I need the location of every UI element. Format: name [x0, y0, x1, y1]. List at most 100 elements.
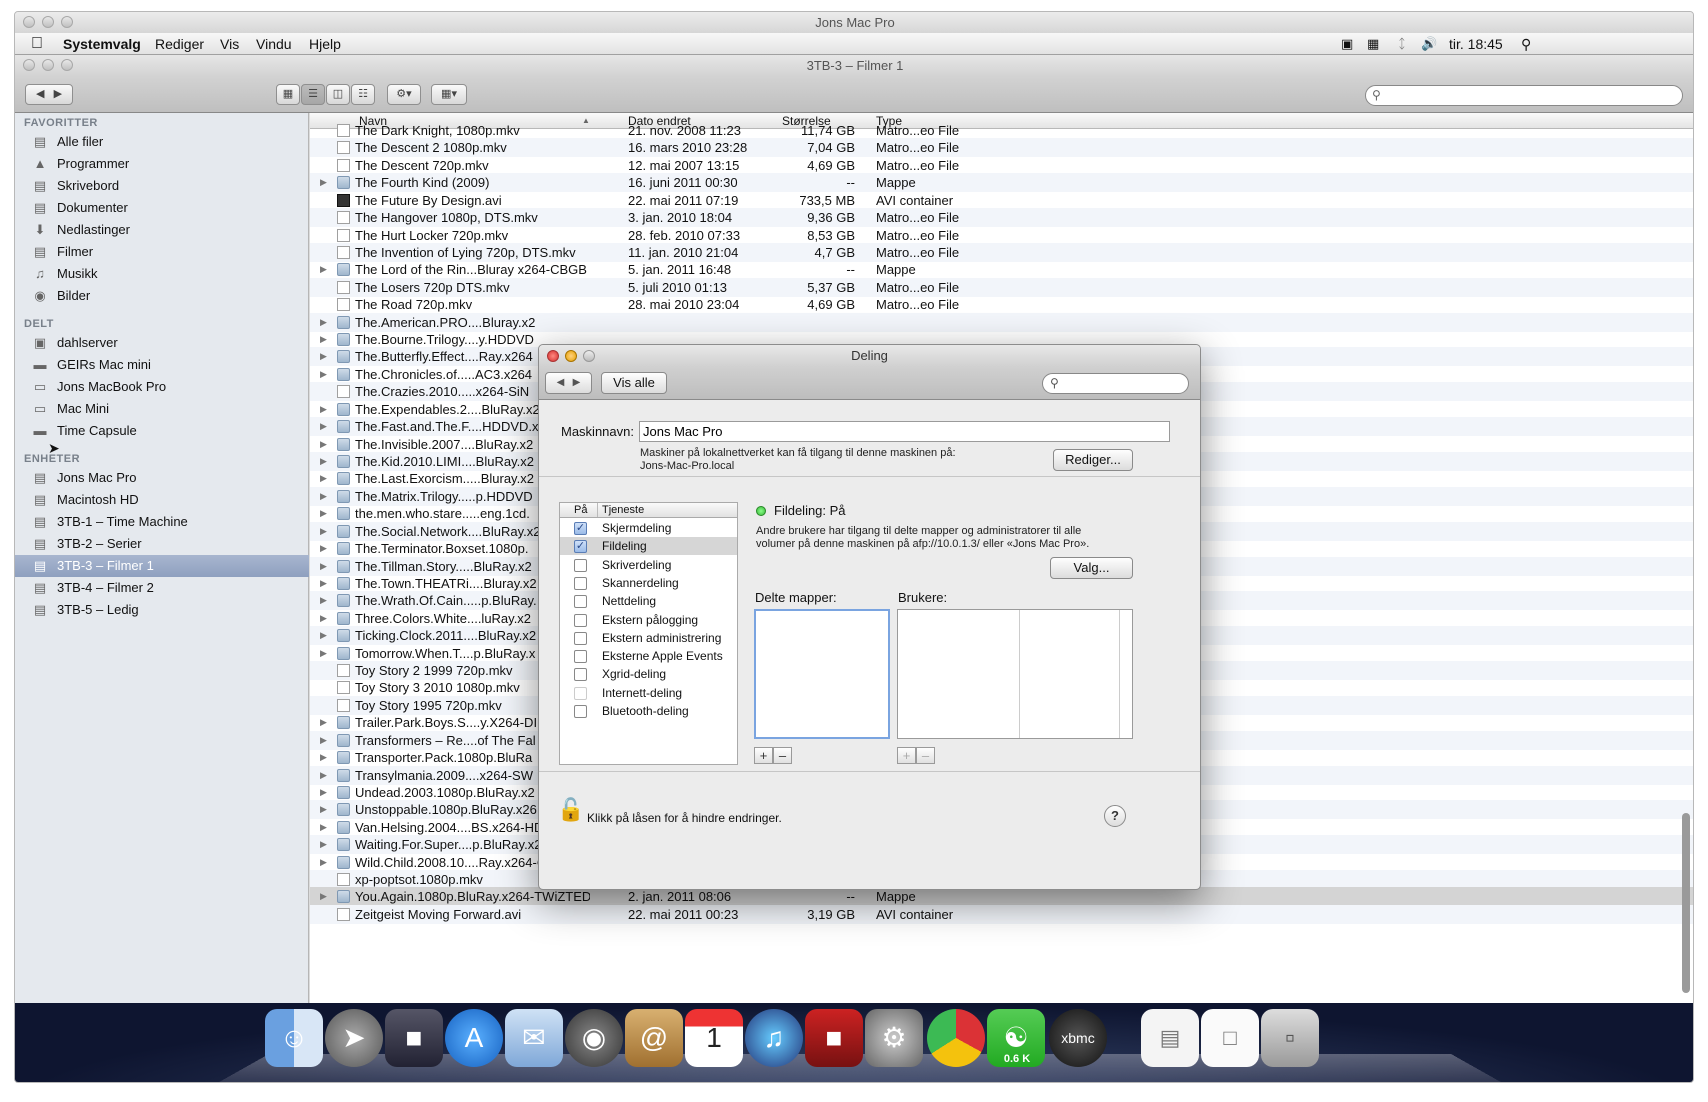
disclosure-triangle-icon[interactable]: ▶	[320, 609, 327, 628]
disclosure-triangle-icon[interactable]: ▶	[320, 713, 327, 732]
column-on[interactable]: På	[574, 504, 587, 516]
file-row[interactable]: The Future By Design.avi 22. mai 2011 07:…	[310, 191, 1693, 210]
cover-flow-button[interactable]: ☷	[351, 84, 375, 105]
dialog-close-icon[interactable]	[547, 350, 559, 362]
service-row[interactable]: ✓ Fildeling	[560, 537, 737, 556]
service-row[interactable]: Ekstern administrering	[560, 629, 737, 647]
service-row[interactable]: Bluetooth-deling	[560, 702, 737, 720]
finder-zoom-icon[interactable]	[61, 59, 73, 71]
photo-booth-icon[interactable]: ■	[805, 1009, 863, 1067]
sidebar-item-jons-mac-pro[interactable]: ▤ Jons Mac Pro	[15, 467, 309, 489]
facetime-icon[interactable]: ◉	[565, 1009, 623, 1067]
file-row[interactable]: ▶ The Fourth Kind (2009) 16. juni 2011 00:…	[310, 173, 1693, 193]
service-row[interactable]: Eksterne Apple Events	[560, 647, 737, 665]
disclosure-triangle-icon[interactable]: ▶	[320, 504, 327, 523]
lock-open-icon[interactable]: 🔓	[557, 797, 584, 823]
service-row[interactable]: Nettdeling	[560, 592, 737, 610]
service-row[interactable]: Xgrid-deling	[560, 665, 737, 683]
disclosure-triangle-icon[interactable]: ▶	[320, 330, 327, 349]
back-arrow-icon[interactable]: ◀	[557, 377, 565, 388]
file-row[interactable]: Zeitgeist Moving Forward.avi 22. mai 2011…	[310, 904, 1693, 924]
spotlight-icon[interactable]: ⚲	[1521, 33, 1531, 55]
menu-vindu[interactable]: Vindu	[256, 33, 292, 55]
service-checkbox[interactable]: ✓	[574, 540, 587, 554]
service-checkbox[interactable]	[574, 595, 587, 609]
finder-minimize-icon[interactable]	[42, 59, 54, 71]
disclosure-triangle-icon[interactable]: ▶	[320, 522, 327, 541]
finder-close-icon[interactable]	[23, 59, 35, 71]
finder-icon[interactable]: ☺	[265, 1009, 323, 1067]
service-row[interactable]: Skriverdeling	[560, 556, 737, 574]
volume-icon[interactable]: 🔊	[1421, 33, 1437, 55]
file-row[interactable]: The Hangover 1080p, DTS.mkv 3. jan. 2010 …	[310, 208, 1693, 228]
dialog-search-input[interactable]: ⚲	[1042, 373, 1189, 394]
document-stack-icon[interactable]: ▤	[1141, 1009, 1199, 1067]
file-row[interactable]: The Descent 720p.mkv 12. mai 2007 13:15 4,…	[310, 156, 1693, 175]
dashboard-icon[interactable]: ■	[385, 1009, 443, 1067]
sidebar-item-bilder[interactable]: ◉ Bilder	[15, 285, 309, 307]
file-row[interactable]: The Road 720p.mkv 28. mai 2010 23:04 4,69 …	[310, 295, 1693, 314]
menu-hjelp[interactable]: Hjelp	[309, 33, 341, 55]
service-row[interactable]: Internett-deling	[560, 684, 737, 702]
file-row[interactable]: The Losers 720p DTS.mkv 5. juli 2010 01:1…	[310, 277, 1693, 297]
sidebar-item-time-capsule[interactable]: ▬ Time Capsule	[15, 420, 309, 442]
back-arrow-icon[interactable]: ◀	[36, 88, 44, 100]
disclosure-triangle-icon[interactable]: ▶	[320, 313, 327, 332]
help-button[interactable]: ?	[1104, 805, 1126, 827]
file-row[interactable]: The Invention of Lying 720p, DTS.mkv 11. …	[310, 242, 1693, 262]
disclosure-triangle-icon[interactable]: ▶	[320, 644, 327, 663]
dialog-zoom-icon[interactable]	[583, 350, 595, 362]
disclosure-triangle-icon[interactable]: ▶	[320, 347, 327, 366]
app-store-icon[interactable]: A	[445, 1009, 503, 1067]
action-gear-button[interactable]: ⚙▾	[387, 84, 421, 105]
minimize-icon[interactable]	[42, 16, 54, 28]
show-all-button[interactable]: Vis alle	[601, 372, 667, 394]
address-book-icon[interactable]: @	[625, 1009, 683, 1067]
file-row[interactable]: The Hurt Locker 720p.mkv 28. feb. 2010 07…	[310, 226, 1693, 245]
list-view-button[interactable]: ☰	[301, 84, 325, 105]
service-checkbox[interactable]	[574, 576, 587, 590]
column-view-button[interactable]: ◫	[326, 84, 350, 105]
downloads-stack-icon[interactable]: □	[1201, 1009, 1259, 1067]
disclosure-triangle-icon[interactable]: ▶	[320, 818, 327, 837]
disclosure-triangle-icon[interactable]: ▶	[320, 591, 327, 610]
close-icon[interactable]	[23, 16, 35, 28]
disclosure-triangle-icon[interactable]: ▶	[320, 731, 327, 750]
sidebar-item-3tb-4[interactable]: ▤ 3TB-4 – Filmer 2	[15, 577, 309, 599]
bluetooth-icon[interactable]: ᛨ	[1398, 33, 1406, 55]
forward-arrow-icon[interactable]: ▶	[573, 377, 581, 388]
users-list[interactable]	[897, 609, 1133, 739]
sidebar-item-nedlastinger[interactable]: ⬇ Nedlastinger	[15, 219, 309, 241]
machine-name-field[interactable]	[639, 421, 1170, 442]
service-row[interactable]: ✓ Skjermdeling	[560, 519, 737, 537]
disclosure-triangle-icon[interactable]: ▶	[320, 557, 327, 576]
disclosure-triangle-icon[interactable]: ▶	[320, 260, 327, 279]
disclosure-triangle-icon[interactable]: ▶	[320, 800, 327, 819]
dialog-back-forward[interactable]: ◀ ▶	[545, 372, 592, 394]
icon-view-button[interactable]: ▦	[276, 84, 300, 105]
mail-icon[interactable]: ✉	[505, 1009, 563, 1067]
sidebar-item-filmer[interactable]: ▤ Filmer	[15, 241, 309, 263]
sidebar-item-3tb-2[interactable]: ▤ 3TB-2 – Serier	[15, 533, 309, 555]
sidebar-item-jons-macbook-pro[interactable]: ▭ Jons MacBook Pro	[15, 376, 309, 398]
disclosure-triangle-icon[interactable]: ▶	[320, 783, 327, 802]
disclosure-triangle-icon[interactable]: ▶	[320, 626, 327, 645]
sidebar-item-musikk[interactable]: ♫ Musikk	[15, 263, 309, 285]
disclosure-triangle-icon[interactable]: ▶	[320, 173, 327, 192]
disclosure-triangle-icon[interactable]: ▶	[320, 487, 327, 506]
menu-app[interactable]: Systemvalg	[63, 33, 141, 55]
sidebar-item-macintosh-hd[interactable]: ▤ Macintosh HD	[15, 489, 309, 511]
disclosure-triangle-icon[interactable]: ▶	[320, 766, 327, 785]
disclosure-triangle-icon[interactable]: ▶	[320, 539, 327, 558]
screen-sharing-icon[interactable]: ▣	[1341, 33, 1353, 55]
service-checkbox[interactable]	[574, 668, 587, 682]
service-row[interactable]: Skannerdeling	[560, 574, 737, 592]
system-preferences-icon[interactable]: ⚙	[865, 1009, 923, 1067]
service-checkbox[interactable]: ✓	[574, 522, 587, 535]
disclosure-triangle-icon[interactable]: ▶	[320, 748, 327, 767]
trash-icon[interactable]: ▫	[1261, 1009, 1319, 1067]
itunes-icon[interactable]: ♫	[745, 1009, 803, 1067]
service-checkbox[interactable]	[574, 686, 587, 700]
sidebar-item-3tb-5[interactable]: ▤ 3TB-5 – Ledig	[15, 599, 309, 621]
add-folder-button[interactable]: +	[754, 747, 773, 764]
